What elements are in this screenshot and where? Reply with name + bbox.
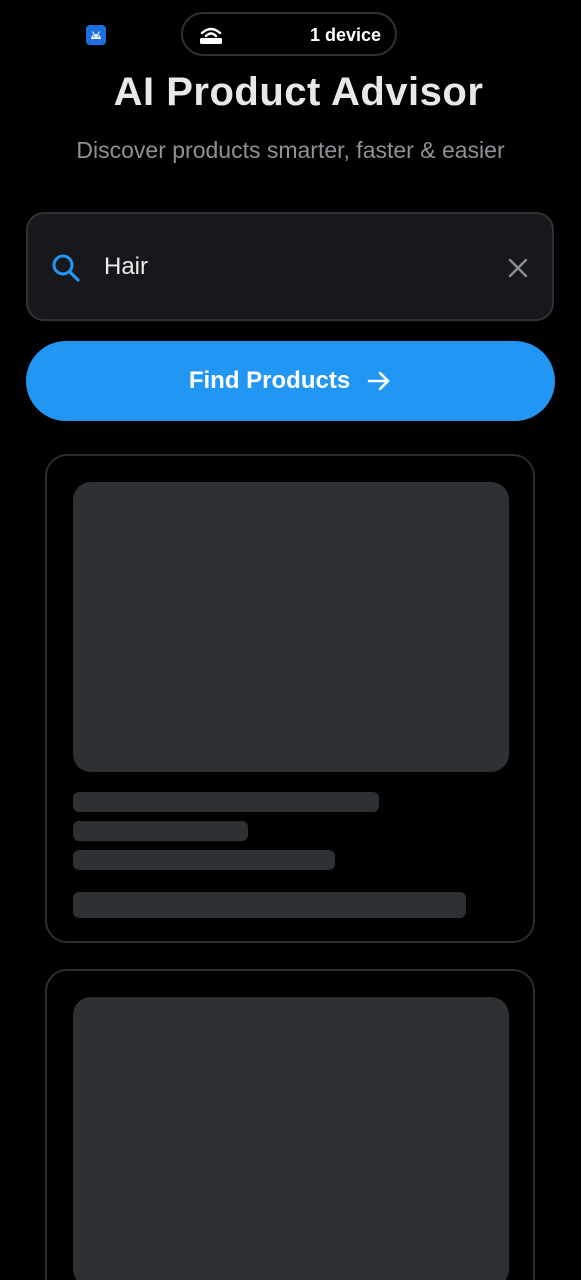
find-products-label: Find Products: [188, 367, 351, 394]
page-subtitle: Discover products smarter, faster & easi…: [76, 137, 505, 163]
search-bar: [26, 212, 554, 321]
app-screen: 1 device AI Product Advisor Discover pro…: [0, 0, 581, 1280]
skeleton-line: [73, 892, 466, 918]
product-card-skeleton: [45, 454, 535, 943]
connected-devices-pill[interactable]: 1 device: [181, 12, 397, 56]
product-card-skeleton: [45, 969, 535, 1280]
skeleton-line: [73, 850, 335, 870]
search-input[interactable]: [104, 244, 484, 290]
device-count: 1 device: [309, 25, 381, 45]
arrow-right-icon: [367, 371, 390, 391]
search-icon: [52, 254, 80, 282]
skeleton-image: [73, 997, 509, 1280]
find-products-button[interactable]: Find Products: [26, 341, 555, 421]
page-title: AI Product Advisor: [113, 70, 484, 114]
skeleton-line: [73, 792, 379, 812]
skeleton-line: [73, 821, 248, 841]
hotspot-icon: [200, 27, 222, 44]
app-icon: [86, 25, 106, 45]
close-icon[interactable]: [506, 256, 530, 280]
skeleton-image: [73, 482, 509, 772]
